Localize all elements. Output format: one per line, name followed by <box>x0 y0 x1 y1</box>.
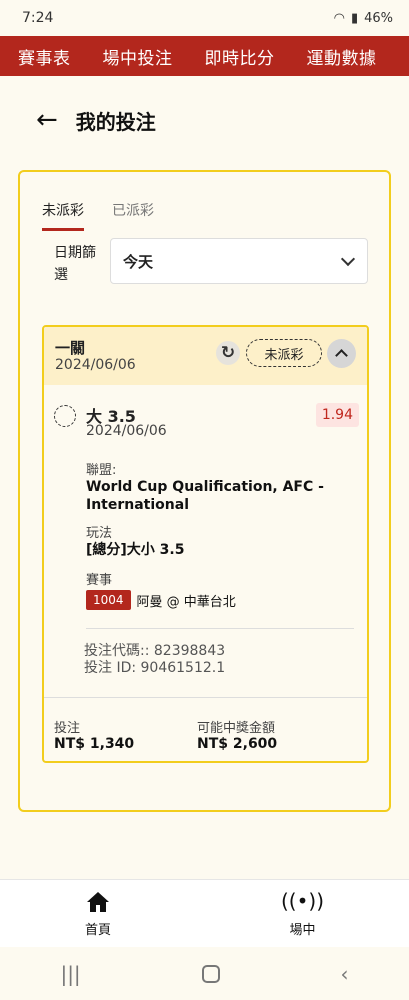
market-value: [總分]大小 3.5 <box>86 542 185 558</box>
home-button-icon[interactable] <box>201 964 220 983</box>
bet-tabs: 未派彩 已派彩 <box>42 200 154 231</box>
stake-value: NT$ 1,340 <box>54 736 135 752</box>
home-icon <box>86 892 109 912</box>
market-info: 玩法 [總分]大小 3.5 <box>86 522 346 559</box>
recent-apps-icon[interactable]: ||| <box>60 962 80 986</box>
nav-item-schedule[interactable]: 賽事表 <box>0 44 85 69</box>
event-label: 賽事 <box>86 573 113 588</box>
divider <box>44 697 367 698</box>
chevron-down-icon <box>340 251 356 267</box>
event-info: 賽事 1004 阿曼 @ 中華台北 <box>86 569 346 610</box>
event-row: 1004 阿曼 @ 中華台北 <box>86 590 346 610</box>
bottom-nav-home[interactable]: 首頁 <box>85 889 111 938</box>
date-filter-label: 日期篩選 <box>54 245 96 283</box>
live-icon: ((•)) <box>280 889 324 913</box>
league-label: 聯盟: <box>86 463 117 478</box>
payout-value: NT$ 2,600 <box>197 736 278 752</box>
date-filter-select[interactable]: 今天 <box>110 238 368 284</box>
payout-label: 可能中獎金額 <box>197 721 276 736</box>
back-arrow-icon[interactable]: ← <box>36 107 58 133</box>
nav-item-more[interactable]: 綜 <box>391 44 409 69</box>
bet-card: 一關 2024/06/06 ↻ 未派彩 大 3.5 2024/06/06 1.9… <box>42 325 369 763</box>
bet-date: 2024/06/06 <box>55 357 136 373</box>
selection-odds: 1.94 <box>315 403 359 427</box>
chevron-up-icon <box>335 349 348 362</box>
status-icons: ◠ ▮ 46% <box>334 11 393 26</box>
payout-summary: 可能中獎金額 NT$ 2,600 <box>197 717 277 752</box>
wifi-icon: ◠ <box>333 10 345 26</box>
page-title: 我的投注 <box>75 109 156 134</box>
market-label: 玩法 <box>86 526 113 541</box>
nav-item-live-scores[interactable]: 即時比分 <box>187 44 289 69</box>
match-number: 1004 <box>86 590 131 610</box>
bet-code: 投注代碼:: 82398843 <box>84 643 226 659</box>
bet-card-header: 一關 2024/06/06 ↻ 未派彩 <box>44 327 367 385</box>
refresh-icon[interactable]: ↻ <box>216 341 240 365</box>
bottom-nav-home-label: 首頁 <box>84 923 111 938</box>
divider <box>86 628 354 629</box>
collapse-button[interactable] <box>327 339 356 368</box>
top-nav: 賽事表 場中投注 即時比分 運動數據 綜 <box>0 36 409 76</box>
bet-type: 一關 <box>55 339 86 357</box>
stake-summary: 投注 NT$ 1,340 <box>54 717 134 752</box>
league-info: 聯盟: World Cup Qualification, AFC - Inter… <box>86 459 346 514</box>
status-time: 7:24 <box>22 10 54 26</box>
stake-label: 投注 <box>54 721 81 736</box>
nav-item-sports-data[interactable]: 運動數據 <box>289 44 391 69</box>
system-back-icon[interactable]: ‹ <box>341 962 349 986</box>
nav-item-live-betting[interactable]: 場中投注 <box>85 44 187 69</box>
status-bar: 7:24 ◠ ▮ 46% <box>0 0 409 36</box>
battery-level: 46% <box>364 10 393 26</box>
tab-unsettled[interactable]: 未派彩 <box>42 200 84 231</box>
bottom-nav-live-label: 場中 <box>289 923 316 938</box>
tab-settled[interactable]: 已派彩 <box>112 200 154 231</box>
selection-date: 2024/06/06 <box>86 423 167 439</box>
bottom-nav-live[interactable]: ((•)) 場中 <box>281 889 324 938</box>
date-filter-value: 今天 <box>123 252 154 271</box>
bottom-nav: 首頁 ((•)) 場中 <box>0 879 409 947</box>
signal-icon: ▮ <box>350 10 359 26</box>
match-name: 阿曼 @ 中華台北 <box>136 594 236 610</box>
bet-id: 投注 ID: 90461512.1 <box>84 660 226 676</box>
league-value: World Cup Qualification, AFC - Internati… <box>86 479 324 513</box>
bet-codes: 投注代碼:: 82398843 投注 ID: 90461512.1 <box>84 643 225 677</box>
selection-radio[interactable] <box>54 405 76 427</box>
my-bets-panel: 未派彩 已派彩 日期篩選 今天 一關 2024/06/06 ↻ 未派彩 大 3.… <box>18 170 391 812</box>
system-nav: ||| ‹ <box>0 947 409 1000</box>
status-badge: 未派彩 <box>246 339 322 367</box>
page-header: ← 我的投注 <box>0 76 409 164</box>
